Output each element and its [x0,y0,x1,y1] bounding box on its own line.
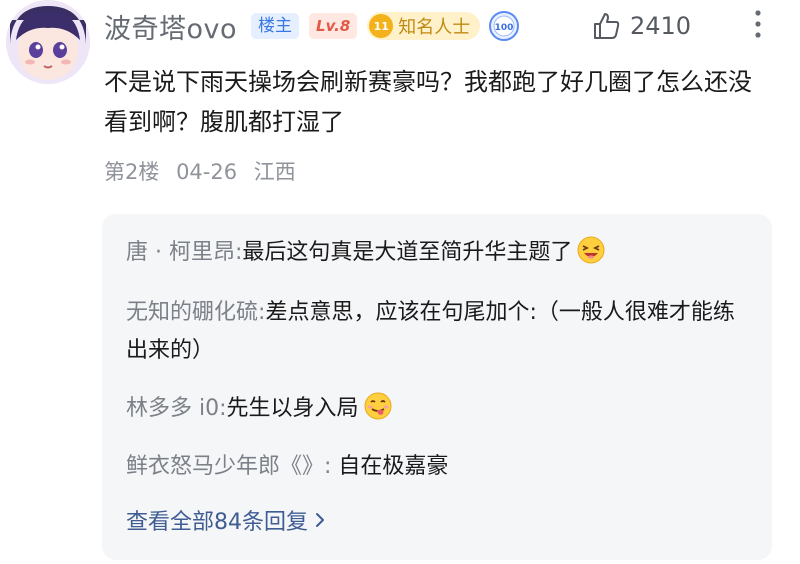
reply-item[interactable]: 林多多 i0:先生以身入局 [126,390,746,428]
famous-badge-label: 知名人士 [398,17,471,38]
like-count: 2410 [630,12,692,40]
laughing-face-emoji [577,236,605,264]
reply-item[interactable]: 鲜衣怒马少年郎《》: 自在极嘉豪 [126,448,746,486]
reply-item[interactable]: 无知的硼化硫:差点意思，应该在句尾加个:（一般人很难才能练出来的） [126,294,746,370]
reply-author[interactable]: 林多多 i0 [126,396,219,421]
more-options-icon[interactable] [748,6,768,42]
reply-item[interactable]: 唐 · 柯里昂:最后这句真是大道至简升华主题了 [126,234,746,272]
thumbs-up-icon [594,13,620,39]
like-button[interactable]: 2410 [592,6,691,46]
reply-text: 先生以身入局 [226,396,359,421]
view-all-label: 查看全部84条回复 [126,510,308,535]
avatar-image [6,0,90,84]
medal-text: 100 [495,23,514,33]
reply-text: 最后这句真是大道至简升华主题了 [242,240,573,265]
comment-text: 不是说下雨天操场会刷新赛豪吗？我都跑了好几圈了怎么还没看到啊？腹肌都打湿了 [104,68,752,136]
reply-author[interactable]: 唐 · 柯里昂 [126,240,235,265]
tongue-face-emoji [364,392,392,420]
reply-author[interactable]: 鲜衣怒马少年郎《》 [126,454,324,479]
avatar[interactable] [6,0,90,84]
comment-location: 江西 [253,160,296,184]
owner-badge: 楼主 [251,13,300,39]
famous-badge[interactable]: 11 知名人士 [367,12,481,40]
replies-panel: 唐 · 柯里昂:最后这句真是大道至简升华主题了 无知的硼化硫:差点意思，应该在句… [102,214,772,560]
medal-icon[interactable]: 100 [488,10,520,42]
comment-date: 04-26 [176,160,238,184]
reply-text: 自在极嘉豪 [331,454,449,479]
comment-header: 波奇塔ovo 楼主 Lv.8 11 知名人士 100 [104,6,520,46]
reply-author[interactable]: 无知的硼化硫 [126,300,258,325]
floor-number: 第2楼 [104,160,160,184]
view-all-replies-link[interactable]: 查看全部84条回复 [126,504,326,536]
username[interactable]: 波奇塔ovo [104,7,237,46]
level-badge[interactable]: Lv.8 [309,13,358,39]
famous-level-icon: 11 [369,14,394,38]
comment-meta: 第2楼 04-26 江西 [104,156,306,186]
chevron-right-icon [316,513,324,527]
